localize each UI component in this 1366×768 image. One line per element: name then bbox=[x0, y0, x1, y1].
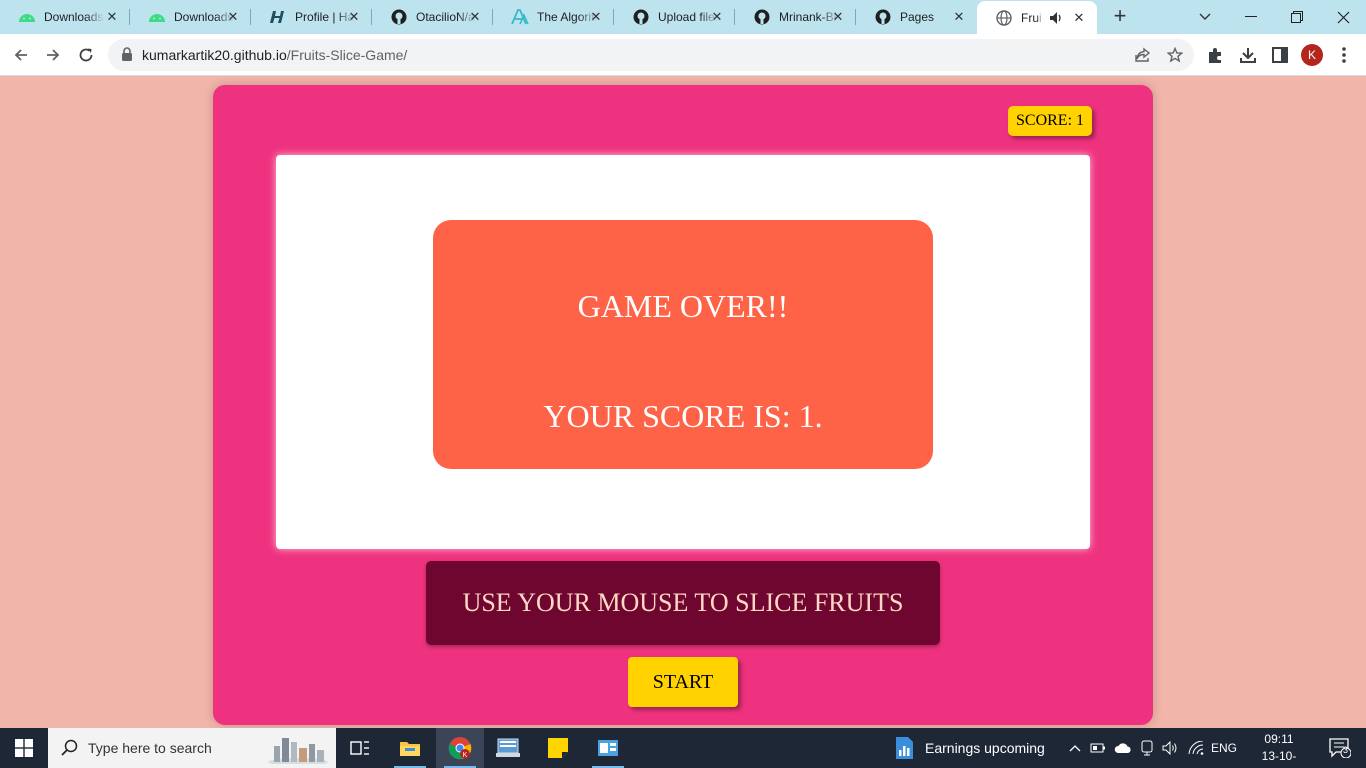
windows-taskbar: Type here to search K Earnings upcoming bbox=[0, 728, 1366, 768]
github-icon bbox=[632, 8, 650, 26]
app-window-icon[interactable] bbox=[584, 728, 632, 768]
sticky-notes-icon[interactable] bbox=[534, 728, 582, 768]
task-view-icon[interactable] bbox=[336, 728, 384, 768]
globe-icon bbox=[995, 9, 1013, 27]
tab-the-algorithms[interactable]: The Algorithms ✕ bbox=[493, 0, 614, 34]
bookmark-star-icon[interactable] bbox=[1166, 46, 1184, 64]
notification-center-icon[interactable]: 3 bbox=[1320, 728, 1360, 768]
instructions-banner: USE YOUR MOUSE TO SLICE FRUITS bbox=[426, 561, 940, 645]
chrome-icon[interactable]: K bbox=[436, 728, 484, 768]
close-icon[interactable]: ✕ bbox=[104, 9, 120, 25]
tab-search-chevron-icon[interactable] bbox=[1182, 0, 1228, 34]
tab-upload-files[interactable]: Upload files ✕ bbox=[614, 0, 735, 34]
github-icon bbox=[874, 8, 892, 26]
tab-downloads-2[interactable]: Downloads ✕ bbox=[130, 0, 251, 34]
lock-icon[interactable] bbox=[121, 47, 133, 67]
github-icon bbox=[390, 8, 408, 26]
browser-toolbar: kumarkartik20.github.io/Fruits-Slice-Gam… bbox=[0, 34, 1366, 76]
control-panel-icon[interactable] bbox=[484, 728, 532, 768]
game-over-title: GAME OVER!! bbox=[577, 288, 789, 324]
extensions-puzzle-icon[interactable] bbox=[1206, 45, 1226, 65]
close-icon[interactable]: ✕ bbox=[225, 9, 241, 25]
download-icon[interactable] bbox=[1238, 45, 1258, 65]
new-tab-button[interactable]: + bbox=[1109, 5, 1131, 28]
taskbar-search-box[interactable]: Type here to search bbox=[48, 728, 336, 768]
github-icon bbox=[753, 8, 771, 26]
news-text: Earnings upcoming bbox=[925, 740, 1045, 756]
profile-avatar[interactable]: K bbox=[1301, 44, 1323, 66]
tab-pages[interactable]: Pages ✕ bbox=[856, 0, 977, 34]
fruit-play-area[interactable]: GAME OVER!! YOUR SCORE IS: 1. bbox=[276, 155, 1090, 549]
tab-profile[interactable]: Profile | HackerRank ✕ bbox=[251, 0, 372, 34]
chevron-up-icon[interactable] bbox=[1066, 728, 1084, 768]
address-bar[interactable]: kumarkartik20.github.io/Fruits-Slice-Gam… bbox=[108, 39, 1194, 71]
start-button[interactable]: START bbox=[628, 657, 738, 707]
url-host: kumarkartik20.github.io bbox=[142, 47, 287, 63]
back-arrow-icon[interactable] bbox=[8, 42, 34, 68]
close-window-icon[interactable] bbox=[1320, 0, 1366, 34]
network-device-icon[interactable] bbox=[1137, 728, 1157, 768]
close-icon[interactable]: ✕ bbox=[709, 9, 725, 25]
taskbar-clock[interactable]: 09:11 13-10-2023 bbox=[1250, 731, 1308, 768]
tab-title: Fruit Slice bbox=[1021, 10, 1043, 25]
battery-icon[interactable] bbox=[1088, 728, 1108, 768]
tab-fruit-slice[interactable]: Fruit Slice ✕ bbox=[977, 1, 1097, 34]
close-icon[interactable]: ✕ bbox=[1071, 10, 1087, 26]
android-icon bbox=[18, 8, 36, 26]
close-icon[interactable]: ✕ bbox=[346, 9, 362, 25]
restore-icon[interactable] bbox=[1274, 0, 1320, 34]
browser-tab-strip: Downloads ✕ Downloads ✕ Profile | Hacker… bbox=[0, 0, 1366, 34]
algorithms-icon bbox=[511, 8, 529, 26]
kebab-menu-icon[interactable] bbox=[1334, 45, 1354, 65]
clock-time: 09:11 bbox=[1264, 732, 1294, 746]
android-icon bbox=[148, 8, 166, 26]
score-badge: SCORE: 1 bbox=[1008, 106, 1093, 136]
share-icon[interactable] bbox=[1134, 46, 1152, 64]
clock-date: 13-10-2023 bbox=[1261, 749, 1297, 768]
svg-text:K: K bbox=[463, 752, 468, 759]
search-icon bbox=[60, 738, 80, 758]
url-path: /Fruits-Slice-Game/ bbox=[286, 47, 408, 63]
tab-otacilion[interactable]: OtacilioN/awesome ✕ bbox=[372, 0, 493, 34]
side-panel-icon[interactable] bbox=[1270, 45, 1290, 65]
minimize-icon[interactable] bbox=[1228, 0, 1274, 34]
hashnode-icon bbox=[269, 8, 287, 26]
volume-icon[interactable] bbox=[1160, 728, 1182, 768]
close-icon[interactable]: ✕ bbox=[467, 9, 483, 25]
language-indicator[interactable]: ENG bbox=[1210, 728, 1238, 768]
tab-downloads-1[interactable]: Downloads ✕ bbox=[0, 0, 130, 34]
wifi-icon[interactable] bbox=[1186, 728, 1208, 768]
news-widget[interactable]: Earnings upcoming bbox=[893, 728, 1045, 768]
reload-icon[interactable] bbox=[73, 42, 99, 68]
tab-mrinank[interactable]: Mrinank-Bhowmick ✕ bbox=[735, 0, 856, 34]
final-score-text: YOUR SCORE IS: 1. bbox=[543, 398, 823, 434]
city-skyline-icon bbox=[266, 732, 330, 766]
forward-arrow-icon[interactable] bbox=[40, 42, 66, 68]
close-icon[interactable]: ✕ bbox=[951, 9, 967, 25]
onedrive-cloud-icon[interactable] bbox=[1112, 728, 1134, 768]
game-over-panel: GAME OVER!! YOUR SCORE IS: 1. bbox=[433, 220, 933, 469]
search-placeholder: Type here to search bbox=[88, 740, 212, 756]
tab-title: Downloads bbox=[44, 10, 104, 24]
windows-start-icon[interactable] bbox=[0, 728, 48, 768]
close-icon[interactable]: ✕ bbox=[830, 9, 846, 25]
file-explorer-icon[interactable] bbox=[386, 728, 434, 768]
speaker-icon[interactable] bbox=[1049, 11, 1063, 28]
stock-chart-icon bbox=[893, 736, 915, 760]
url-text[interactable]: kumarkartik20.github.io/Fruits-Slice-Gam… bbox=[142, 47, 407, 63]
notification-count: 3 bbox=[1343, 745, 1349, 755]
close-icon[interactable]: ✕ bbox=[588, 9, 604, 25]
game-container: SCORE: 1 GAME OVER!! YOUR SCORE IS: 1. U… bbox=[213, 85, 1153, 725]
